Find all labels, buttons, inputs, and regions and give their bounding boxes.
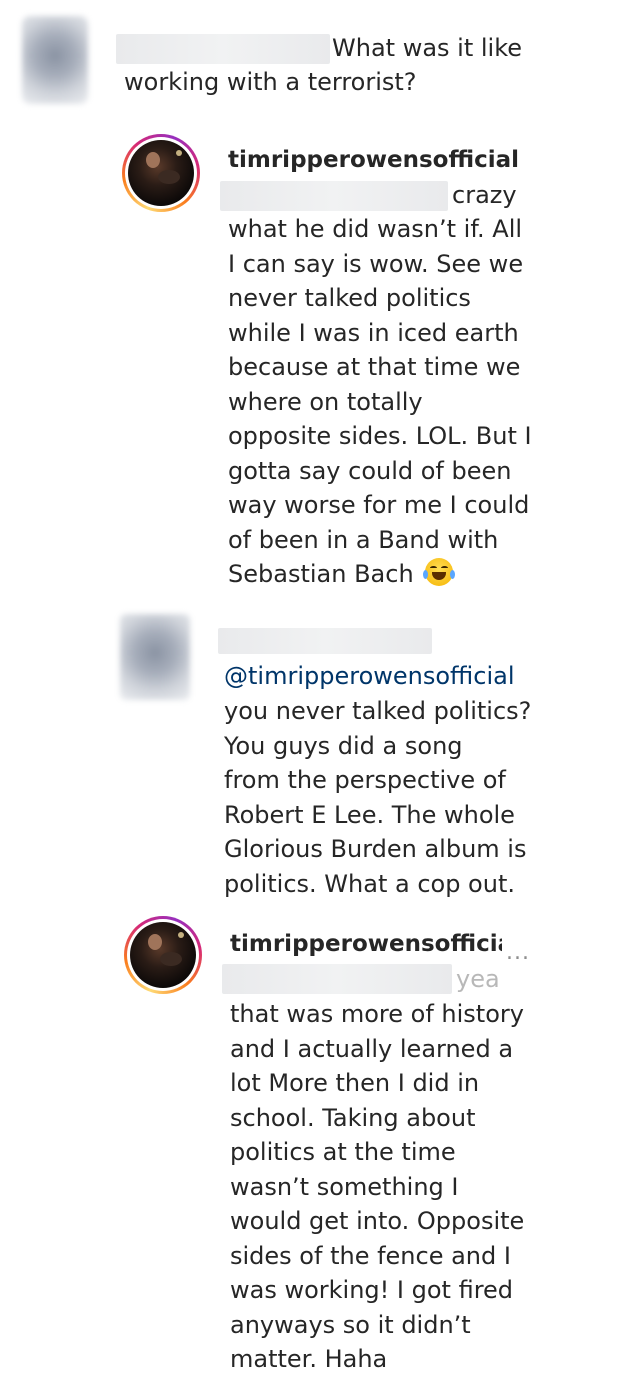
avatar[interactable] — [120, 614, 190, 700]
comment-text-line: Glorious Burden album is — [224, 835, 527, 863]
comment-text-line: never talked politics — [228, 284, 471, 312]
comment-text-line: school. Taking about — [230, 1104, 476, 1132]
comment-text-line: You guys did a song — [224, 732, 463, 760]
profile-photo — [130, 922, 196, 988]
redacted-username — [116, 34, 330, 64]
comment-text-line: Sebastian Bach — [228, 557, 456, 592]
comment-text-line: working with a terrorist? — [124, 68, 417, 96]
comment-text-line: anyways so it didn’t — [230, 1311, 471, 1339]
comment-text-line: what he did wasn’t if. All — [228, 215, 523, 243]
comment-text-line: wasn’t something I — [230, 1173, 459, 1201]
redacted-username — [218, 628, 432, 654]
comment-text-line: lot More then I did in — [230, 1069, 480, 1097]
redacted-mention — [220, 181, 448, 211]
comment-username[interactable]: timripperowensofficial — [228, 144, 519, 176]
comment-text-line: you never talked politics? — [224, 697, 532, 725]
comment-text-line: sides of the fence and I — [230, 1242, 511, 1270]
profile-photo — [128, 140, 194, 206]
comment-text-line: politics. What a cop out. — [224, 870, 515, 898]
comment-text-line: would get into. Opposite — [230, 1207, 525, 1235]
comment-text-segment: Sebastian Bach — [228, 560, 414, 588]
comment-text-line: yea — [456, 965, 500, 993]
comment-text-line: from the perspective of — [224, 766, 506, 794]
avatar[interactable] — [124, 916, 202, 994]
comment-text-line: politics at the time — [230, 1138, 456, 1166]
avatar[interactable] — [122, 134, 200, 212]
comment-text-line: I can say is wow. See we — [228, 250, 524, 278]
comment-text-line: matter. Haha — [230, 1345, 388, 1373]
comment-text-line: of been in a Band with — [228, 526, 499, 554]
comment-text-line: way worse for me I could — [228, 491, 530, 519]
comment-username[interactable]: timripperowensofficial — [230, 928, 502, 960]
redacted-mention — [222, 964, 452, 994]
avatar[interactable] — [22, 16, 88, 104]
comment-text-line: crazy — [452, 181, 517, 209]
comment-text-line: where on totally — [228, 388, 423, 416]
comment-text-line: gotta say could of been — [228, 457, 512, 485]
mention-link[interactable]: @timripperowensofficial — [224, 659, 514, 694]
comment-text-line: was working! I got fired — [230, 1276, 514, 1304]
comment-text-line: while I was in iced earth — [228, 319, 519, 347]
more-options-icon[interactable]: ... — [506, 940, 530, 965]
comment-text-line: and I actually learned a — [230, 1035, 514, 1063]
comment-text-line: Robert E Lee. The whole — [224, 801, 515, 829]
face-with-tears-of-joy-icon — [423, 558, 456, 586]
comment-text-line: that was more of history — [230, 1000, 524, 1028]
comment-text-line: because at that time we — [228, 353, 521, 381]
comment-text-line: opposite sides. LOL. But I — [228, 422, 532, 450]
comment-text-line: What was it like — [332, 34, 523, 62]
